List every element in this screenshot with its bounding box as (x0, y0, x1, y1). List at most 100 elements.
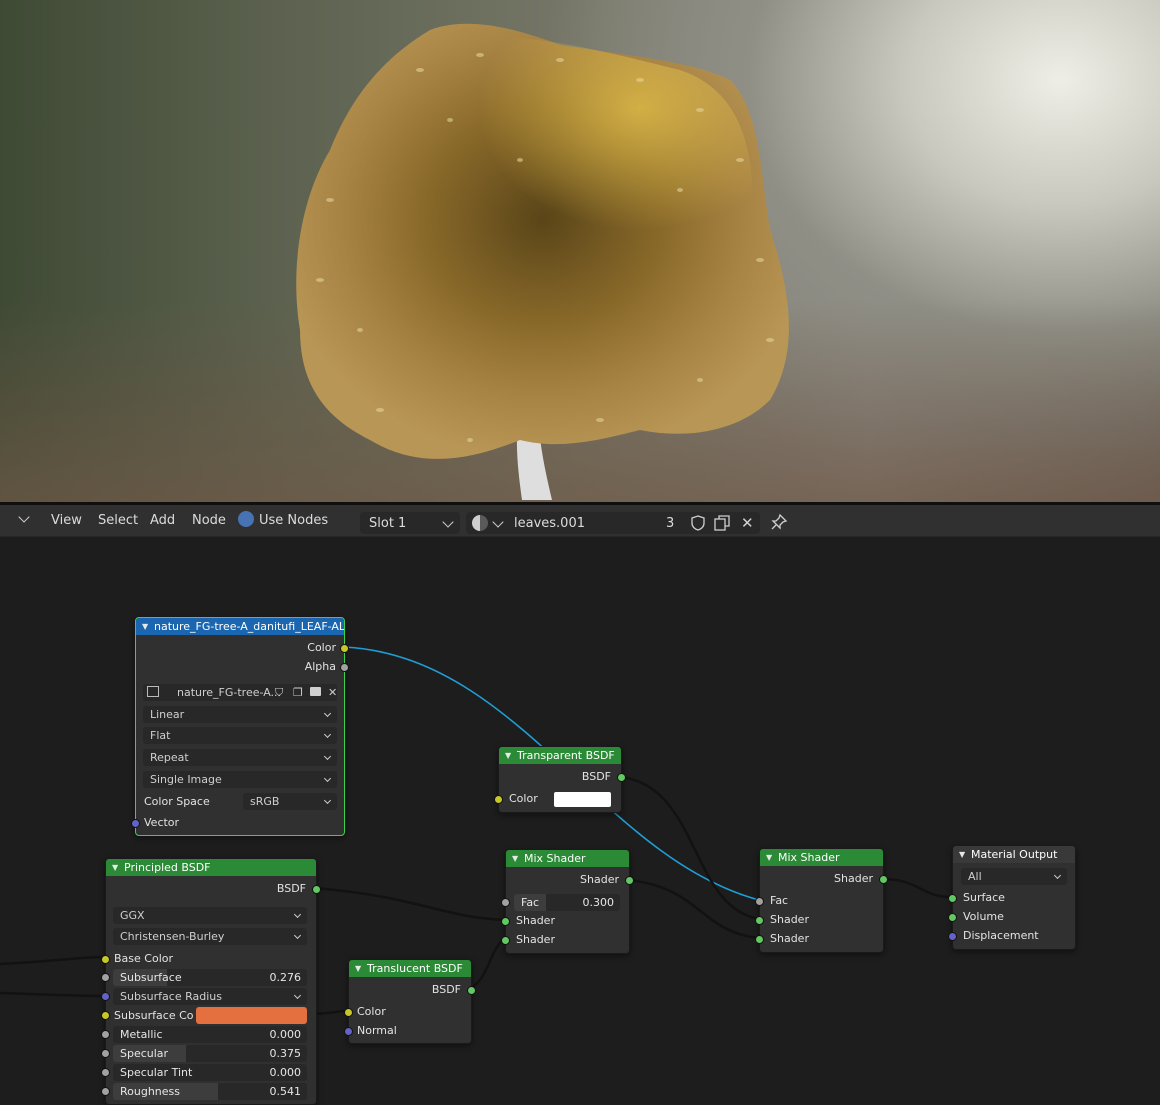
input-shader-label: Shader (516, 914, 555, 927)
dropdown-value: Subsurface Radius (120, 990, 222, 1003)
image-datablock-selector: nature_FG-tree-A... ⛉ ❐ ✕ (143, 684, 337, 701)
node-editor-canvas[interactable]: ▼ nature_FG-tree-A_danitufi_LEAF-ALPHA...… (0, 537, 1160, 1105)
input-displacement-label: Displacement (963, 929, 1039, 942)
socket-output-bsdf[interactable] (617, 773, 626, 782)
socket-input-vector[interactable] (131, 819, 140, 828)
socket-output-bsdf[interactable] (312, 885, 321, 894)
socket-input-shader-a[interactable] (501, 917, 510, 926)
socket-output-color[interactable] (340, 644, 349, 653)
socket-input-specular[interactable] (101, 1049, 110, 1058)
socket-input-color[interactable] (494, 795, 503, 804)
use-nodes-toggle[interactable]: Use Nodes (238, 505, 328, 536)
interpolation-dropdown[interactable]: Linear (143, 706, 337, 723)
node-header[interactable]: ▼ nature_FG-tree-A_danitufi_LEAF-ALPHA...… (136, 618, 344, 635)
material-user-count[interactable]: 3 (666, 508, 674, 539)
dropdown-value: Single Image (150, 773, 222, 786)
collapse-triangle-icon[interactable]: ▼ (142, 618, 148, 635)
collapse-triangle-icon[interactable]: ▼ (512, 850, 518, 867)
collapse-triangle-icon[interactable]: ▼ (766, 849, 772, 866)
unlink-material-close-icon[interactable]: ✕ (741, 514, 754, 532)
socket-input-subsurface[interactable] (101, 973, 110, 982)
socket-input-shader-b[interactable] (755, 935, 764, 944)
socket-input-shader-b[interactable] (501, 936, 510, 945)
input-color-label: Color (509, 792, 538, 805)
collapse-triangle-icon[interactable]: ▼ (959, 846, 965, 863)
socket-input-specular-tint[interactable] (101, 1068, 110, 1077)
specular-tint-slider[interactable]: Specular Tint 0.000 (113, 1064, 307, 1081)
link-offscreen-to-base-color (0, 955, 105, 966)
socket-output-alpha[interactable] (340, 663, 349, 672)
shield-icon[interactable]: ⛉ (275, 684, 283, 701)
socket-output-bsdf[interactable] (467, 986, 476, 995)
image-browse-icon[interactable] (147, 686, 159, 697)
node-title: nature_FG-tree-A_danitufi_LEAF-ALPHA.... (154, 620, 344, 633)
node-mix-shader-1[interactable]: ▼ Mix Shader Shader Fac 0.300 Shader Shade… (501, 849, 634, 954)
distribution-dropdown[interactable]: GGX (113, 907, 307, 924)
socket-input-shader-a[interactable] (755, 916, 764, 925)
subsurface-slider[interactable]: Subsurface 0.276 (113, 969, 307, 986)
menu-add[interactable]: Add (150, 505, 175, 536)
material-browse-button[interactable] (472, 515, 488, 531)
node-mix-shader-2[interactable]: ▼ Mix Shader Shader Fac Shader Shader (755, 848, 888, 953)
node-transparent-bsdf[interactable]: ▼ Transparent BSDF BSDF Color (494, 746, 626, 813)
extension-dropdown[interactable]: Repeat (143, 749, 337, 766)
projection-dropdown[interactable]: Flat (143, 727, 337, 744)
metallic-slider[interactable]: Metallic 0.000 (113, 1026, 307, 1043)
target-dropdown[interactable]: All (961, 868, 1067, 885)
node-image-texture[interactable]: ▼ nature_FG-tree-A_danitufi_LEAF-ALPHA...… (131, 617, 349, 836)
socket-input-subsurface-radius[interactable] (101, 992, 110, 1001)
image-name-field[interactable]: nature_FG-tree-A... (177, 684, 281, 701)
subsurface-radius-dropdown[interactable]: Subsurface Radius (113, 988, 307, 1005)
node-header[interactable]: ▼ Mix Shader (760, 849, 883, 866)
subsurface-color-label: Subsurface Co (114, 1009, 194, 1022)
fake-user-shield-icon[interactable] (691, 515, 705, 534)
fac-slider[interactable]: Fac 0.300 (514, 894, 620, 911)
output-color-label: Color (307, 641, 336, 654)
socket-input-color[interactable] (344, 1008, 353, 1017)
socket-input-subsurface-color[interactable] (101, 1011, 110, 1020)
menu-view[interactable]: View (51, 505, 82, 536)
source-dropdown[interactable]: Single Image (143, 771, 337, 788)
color-swatch-white[interactable] (554, 792, 611, 807)
duplicate-icon[interactable]: ❐ (293, 684, 303, 701)
specular-slider[interactable]: Specular 0.375 (113, 1045, 307, 1062)
subsurface-method-dropdown[interactable]: Christensen-Burley (113, 928, 307, 945)
input-color-label: Color (357, 1005, 386, 1018)
dropdown-value: sRGB (250, 795, 280, 808)
duplicate-material-icon[interactable] (714, 515, 730, 534)
socket-input-fac[interactable] (755, 897, 764, 906)
node-header[interactable]: ▼ Material Output (953, 846, 1075, 863)
socket-input-volume[interactable] (948, 913, 957, 922)
node-header[interactable]: ▼ Translucent BSDF (349, 960, 471, 977)
socket-output-shader[interactable] (879, 875, 888, 884)
collapse-triangle-icon[interactable]: ▼ (355, 960, 361, 977)
open-folder-icon[interactable] (310, 687, 321, 696)
node-header[interactable]: ▼ Mix Shader (506, 850, 629, 867)
node-translucent-bsdf[interactable]: ▼ Translucent BSDF BSDF Color Normal (344, 959, 476, 1044)
chevron-down-icon (492, 516, 504, 528)
socket-input-fac[interactable] (501, 898, 510, 907)
3d-viewport-render[interactable] (0, 0, 1160, 502)
node-material-output[interactable]: ▼ Material Output All Surface Volume Disp… (948, 845, 1076, 950)
node-header[interactable]: ▼ Principled BSDF (106, 859, 316, 876)
socket-input-displacement[interactable] (948, 932, 957, 941)
pin-icon[interactable] (770, 513, 788, 534)
menu-select[interactable]: Select (98, 505, 138, 536)
input-shader-label: Shader (770, 932, 809, 945)
menu-node[interactable]: Node (192, 505, 226, 536)
node-header[interactable]: ▼ Transparent BSDF (499, 747, 621, 764)
collapse-triangle-icon[interactable]: ▼ (505, 747, 511, 764)
socket-output-shader[interactable] (625, 876, 634, 885)
close-icon[interactable]: ✕ (328, 684, 337, 701)
socket-input-metallic[interactable] (101, 1030, 110, 1039)
slot-dropdown[interactable]: Slot 1 (360, 512, 460, 534)
socket-input-normal[interactable] (344, 1027, 353, 1036)
color-space-dropdown[interactable]: sRGB (243, 793, 337, 810)
socket-input-surface[interactable] (948, 894, 957, 903)
node-principled-bsdf[interactable]: ▼ Principled BSDF BSDF GGX Christensen-Bu… (101, 858, 321, 1105)
collapse-triangle-icon[interactable]: ▼ (112, 859, 118, 876)
subsurface-color-swatch[interactable] (196, 1007, 307, 1024)
editor-type-dropdown[interactable] (18, 505, 30, 536)
socket-input-base-color[interactable] (101, 955, 110, 964)
material-name-field[interactable]: leaves.001 (514, 508, 585, 539)
